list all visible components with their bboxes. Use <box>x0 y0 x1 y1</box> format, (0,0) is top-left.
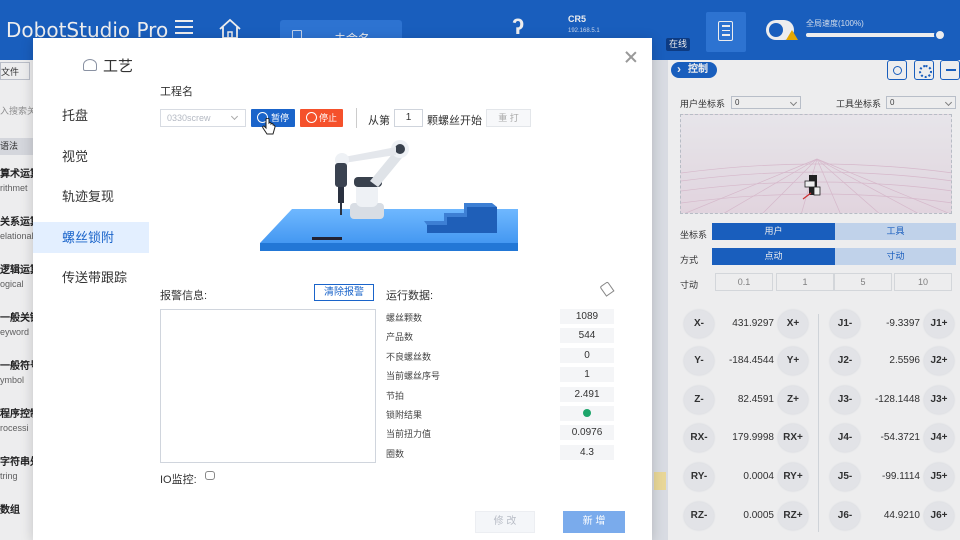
toolbar-separator <box>356 108 357 128</box>
nav-screw-locking[interactable]: 螺丝锁附 <box>33 222 149 253</box>
io-monitor-label: IO监控: <box>160 474 197 486</box>
clear-alarm-button[interactable]: 清除报警 <box>314 284 374 301</box>
stop-label: 停止 <box>319 113 338 123</box>
stat-name: 不良螺丝数 <box>386 351 432 362</box>
stat-value: 0.0976 <box>560 425 614 441</box>
robot-scene-illustration <box>260 140 518 251</box>
process-icon <box>83 59 97 71</box>
project-select[interactable]: 0330screw <box>160 109 246 127</box>
nav-conveyor-tracking[interactable]: 传送带跟踪 <box>33 262 149 293</box>
stop-icon <box>306 112 317 123</box>
run-data-label: 运行数据: <box>386 290 434 302</box>
lock-result-ok-icon <box>583 409 591 418</box>
nav-pallet[interactable]: 托盘 <box>33 100 149 131</box>
add-button[interactable]: 新 增 <box>563 511 625 533</box>
robot-arm-model-icon <box>335 140 409 219</box>
stat-value: 1089 <box>560 309 614 324</box>
stop-button[interactable]: 停止 <box>300 109 343 127</box>
dialog-title: 工艺 <box>103 58 134 75</box>
nav-vision[interactable]: 视觉 <box>33 141 149 172</box>
stat-value: 544 <box>560 328 614 344</box>
edit-button[interactable]: 修 改 <box>475 511 535 533</box>
alarm-log <box>160 309 376 463</box>
stat-name: 节拍 <box>386 390 405 401</box>
rescrew-button[interactable]: 重 打 <box>486 109 531 127</box>
project-label: 工程名 <box>160 86 193 98</box>
stat-value: 1 <box>560 367 614 383</box>
stat-value: 4.3 <box>560 444 614 460</box>
stat-name: 锁附结果 <box>386 410 423 420</box>
stat-value: 0 <box>560 347 614 363</box>
close-icon[interactable] <box>625 51 637 63</box>
stat-name: 产品数 <box>386 332 414 343</box>
start-screw-input[interactable]: 1 <box>394 109 423 127</box>
alarm-label: 报警信息: <box>160 290 208 302</box>
nav-trajectory-replay[interactable]: 轨迹复现 <box>33 181 149 212</box>
io-monitor-icon[interactable] <box>205 471 215 480</box>
stat-name: 螺丝颗数 <box>386 313 423 323</box>
start-from-prefix: 从第 <box>368 115 390 127</box>
stat-name: 圈数 <box>386 448 405 459</box>
stat-value <box>560 406 614 421</box>
start-from-suffix: 颗螺丝开始 <box>427 115 482 127</box>
stat-name: 当前扭力值 <box>386 429 432 440</box>
stat-name: 当前螺丝序号 <box>386 371 441 382</box>
stat-value: 2.491 <box>560 386 614 402</box>
